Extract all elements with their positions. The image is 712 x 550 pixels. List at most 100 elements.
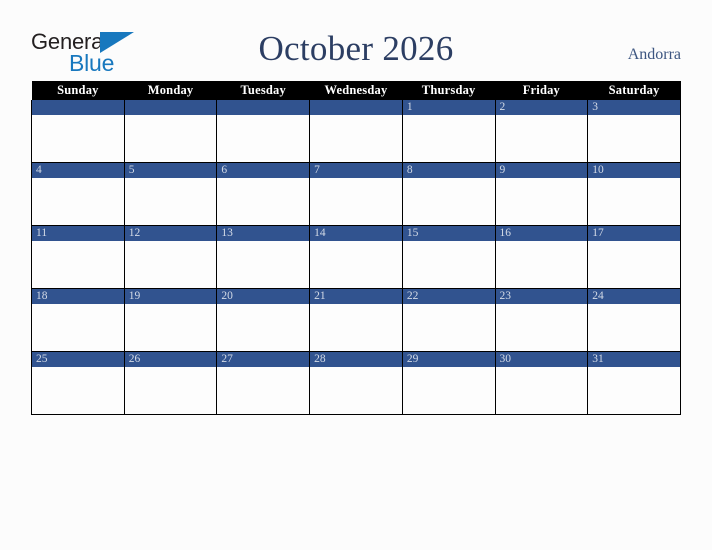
- day-note-area[interactable]: [310, 367, 402, 414]
- day-number: 12: [128, 227, 141, 239]
- day-number: 20: [221, 290, 233, 302]
- day-note-area[interactable]: [495, 304, 588, 351]
- day-note-area[interactable]: [217, 241, 310, 288]
- calendar-day-cell[interactable]: 12: [123, 225, 218, 289]
- day-note-area[interactable]: [217, 367, 310, 414]
- day-number: 16: [499, 227, 512, 239]
- calendar-day-cell[interactable]: [123, 100, 218, 163]
- calendar-day-cell[interactable]: 1: [401, 100, 496, 163]
- calendar-day-cell[interactable]: 5: [123, 162, 218, 226]
- day-note-area[interactable]: [32, 367, 124, 414]
- calendar-body: 1 2 3 4 5 6 7 8 9 10 11 12 13 14 15 16 1…: [31, 100, 681, 415]
- day-note-area[interactable]: [124, 304, 217, 351]
- calendar-table: Sunday Monday Tuesday Wednesday Thursday…: [31, 81, 681, 415]
- calendar-day-cell[interactable]: 15: [401, 225, 496, 289]
- calendar-day-cell[interactable]: 31: [587, 351, 681, 415]
- day-note-area[interactable]: [32, 304, 124, 351]
- day-number: 18: [36, 290, 48, 302]
- day-note-area[interactable]: [32, 241, 124, 288]
- calendar-day-cell[interactable]: 16: [494, 225, 589, 289]
- day-note-area[interactable]: [310, 241, 402, 288]
- calendar-day-cell[interactable]: 9: [494, 162, 589, 226]
- calendar-day-cell[interactable]: [31, 100, 125, 163]
- day-note-area[interactable]: [588, 115, 680, 162]
- day-number: 22: [406, 290, 419, 302]
- calendar-day-cell[interactable]: 18: [31, 288, 125, 352]
- day-note-area[interactable]: [124, 367, 217, 414]
- calendar-week-row: 18 19 20 21 22 23 24: [31, 288, 681, 352]
- calendar-day-cell[interactable]: 17: [587, 225, 681, 289]
- calendar-day-cell[interactable]: 7: [309, 162, 403, 226]
- calendar-day-cell[interactable]: 23: [494, 288, 589, 352]
- calendar-day-cell[interactable]: 2: [494, 100, 589, 163]
- calendar-day-cell[interactable]: 21: [309, 288, 403, 352]
- day-number: 19: [128, 290, 141, 302]
- day-number: 23: [499, 290, 512, 302]
- calendar-day-cell[interactable]: 25: [31, 351, 125, 415]
- calendar-day-cell[interactable]: 20: [216, 288, 311, 352]
- day-note-area[interactable]: [402, 178, 495, 225]
- day-note-area[interactable]: [217, 178, 310, 225]
- day-note-area[interactable]: [124, 178, 217, 225]
- weekday-header-monday: Monday: [124, 81, 217, 100]
- calendar-day-cell[interactable]: 11: [31, 225, 125, 289]
- day-note-area[interactable]: [495, 241, 588, 288]
- day-note-area[interactable]: [402, 367, 495, 414]
- calendar-day-cell[interactable]: 10: [587, 162, 681, 226]
- day-number: 25: [36, 353, 48, 365]
- calendar-week-row: 11 12 13 14 15 16 17: [31, 225, 681, 289]
- day-note-area[interactable]: [495, 115, 588, 162]
- day-note-area[interactable]: [402, 304, 495, 351]
- calendar-day-cell[interactable]: [309, 100, 403, 163]
- day-note-area[interactable]: [495, 178, 588, 225]
- calendar-week-row: 1 2 3: [31, 100, 681, 163]
- day-note-area[interactable]: [310, 178, 402, 225]
- day-number: 1: [406, 101, 413, 113]
- weekday-header-friday: Friday: [495, 81, 588, 100]
- day-note-area[interactable]: [32, 178, 124, 225]
- country-label: Andorra: [627, 46, 681, 63]
- weekday-header-saturday: Saturday: [587, 81, 681, 100]
- weekday-header-tuesday: Tuesday: [216, 81, 310, 100]
- day-number: 24: [592, 290, 604, 302]
- calendar-page: General Blue October 2026 Andorra Sunday…: [0, 0, 712, 550]
- day-note-area[interactable]: [310, 304, 402, 351]
- day-number: 30: [499, 353, 512, 365]
- day-note-area[interactable]: [402, 115, 495, 162]
- day-note-area[interactable]: [217, 304, 310, 351]
- calendar-day-cell[interactable]: 27: [216, 351, 311, 415]
- calendar-day-cell[interactable]: 14: [309, 225, 403, 289]
- day-note-area[interactable]: [588, 241, 680, 288]
- weekday-header-sunday: Sunday: [31, 81, 125, 100]
- calendar-day-cell[interactable]: 24: [587, 288, 681, 352]
- day-note-area[interactable]: [124, 115, 217, 162]
- weekday-header-thursday: Thursday: [402, 81, 496, 100]
- day-number: 17: [592, 227, 604, 239]
- day-note-area[interactable]: [588, 178, 680, 225]
- calendar-day-cell[interactable]: 19: [123, 288, 218, 352]
- calendar-day-cell[interactable]: 29: [401, 351, 496, 415]
- calendar-day-cell[interactable]: [216, 100, 311, 163]
- day-note-area[interactable]: [217, 115, 310, 162]
- calendar-day-cell[interactable]: 30: [494, 351, 589, 415]
- calendar-day-cell[interactable]: 6: [216, 162, 311, 226]
- calendar-day-cell[interactable]: 26: [123, 351, 218, 415]
- day-number: 14: [314, 227, 326, 239]
- day-note-area[interactable]: [32, 115, 124, 162]
- day-number: 2: [499, 101, 506, 113]
- day-note-area[interactable]: [495, 367, 588, 414]
- calendar-day-cell[interactable]: 13: [216, 225, 311, 289]
- calendar-day-cell[interactable]: 3: [587, 100, 681, 163]
- day-note-area[interactable]: [588, 367, 680, 414]
- calendar-day-cell[interactable]: 28: [309, 351, 403, 415]
- day-note-area[interactable]: [588, 304, 680, 351]
- day-note-area[interactable]: [402, 241, 495, 288]
- day-number: 21: [314, 290, 326, 302]
- day-note-area[interactable]: [124, 241, 217, 288]
- calendar-day-cell[interactable]: 22: [401, 288, 496, 352]
- day-note-area[interactable]: [310, 115, 402, 162]
- calendar-day-cell[interactable]: 8: [401, 162, 496, 226]
- calendar-day-cell[interactable]: 4: [31, 162, 125, 226]
- weekday-header-row: Sunday Monday Tuesday Wednesday Thursday…: [31, 81, 681, 100]
- day-number: 28: [314, 353, 326, 365]
